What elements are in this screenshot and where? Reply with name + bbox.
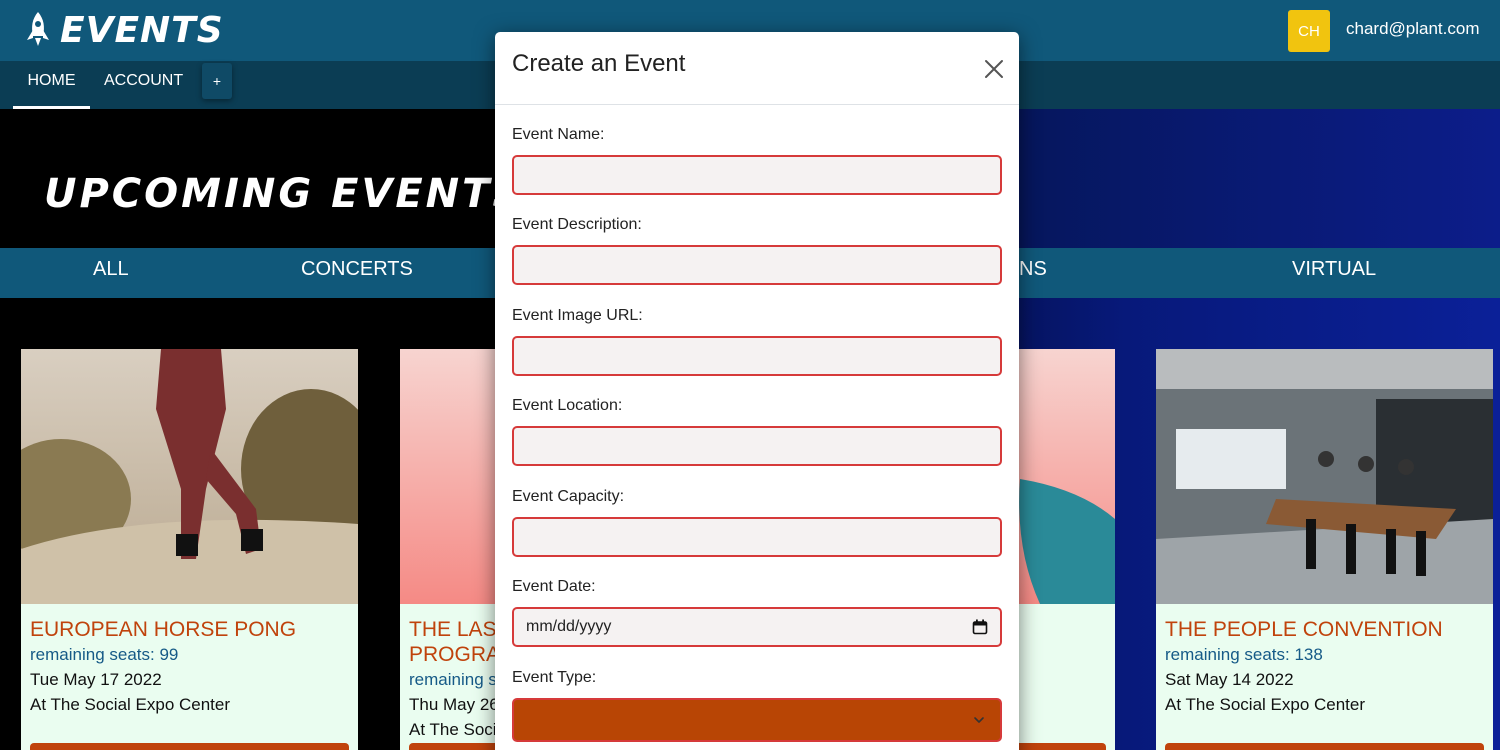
event-image-url-label: Event Image URL: xyxy=(512,307,643,324)
event-capacity-label: Event Capacity: xyxy=(512,488,625,505)
event-image xyxy=(21,349,358,604)
category-concerts[interactable]: CONCERTS xyxy=(301,248,413,298)
logo[interactable]: EVENTS xyxy=(22,8,224,52)
nav-home[interactable]: HOME xyxy=(13,61,90,109)
page-title: upcoming events xyxy=(44,171,525,217)
event-date-label: Event Date: xyxy=(512,578,596,595)
avatar[interactable]: CH xyxy=(1288,10,1330,52)
nav-add-button[interactable]: + xyxy=(202,63,232,99)
event-date-input[interactable]: mm/dd/yyyy xyxy=(512,607,1002,647)
event-location: At The Social Expo Center xyxy=(30,695,231,714)
event-type-label: Event Type: xyxy=(512,669,597,686)
category-partial[interactable]: NS xyxy=(1019,248,1047,298)
nav-account[interactable]: ACCOUNT xyxy=(104,61,183,109)
event-card[interactable]: THE PEOPLE CONVENTION remaining seats: 1… xyxy=(1156,349,1493,750)
create-event-modal: Create an Event Event Name: Event Descri… xyxy=(495,32,1019,750)
event-name-input[interactable] xyxy=(512,155,1002,195)
remaining-seats: remaining seats: 138 xyxy=(1165,645,1323,664)
event-image-url-input[interactable] xyxy=(512,336,1002,376)
event-action-button[interactable] xyxy=(30,743,349,750)
event-type-select[interactable] xyxy=(512,698,1002,742)
chevron-down-icon xyxy=(974,717,984,723)
event-description-label: Event Description: xyxy=(512,216,642,233)
event-date: Sat May 14 2022 xyxy=(1165,670,1294,689)
event-capacity-input[interactable] xyxy=(512,517,1002,557)
event-image xyxy=(1156,349,1493,604)
category-all[interactable]: ALL xyxy=(93,248,129,298)
event-title[interactable]: EUROPEAN HORSE PONG xyxy=(30,617,350,642)
close-icon[interactable] xyxy=(979,54,1009,84)
logo-text: EVENTS xyxy=(60,9,224,51)
event-location: At The Social Expo Center xyxy=(1165,695,1366,714)
event-location-label: Event Location: xyxy=(512,397,623,414)
event-card[interactable]: EUROPEAN HORSE PONG remaining seats: 99 … xyxy=(21,349,358,750)
user-email[interactable]: chard@plant.com xyxy=(1346,19,1480,39)
event-date: Thu May 26 xyxy=(409,695,499,714)
event-location-input[interactable] xyxy=(512,426,1002,466)
date-placeholder: mm/dd/yyyy xyxy=(526,618,612,635)
modal-header: Create an Event xyxy=(495,32,1019,105)
event-name-label: Event Name: xyxy=(512,126,605,143)
event-location: At The Soci xyxy=(409,720,497,739)
calendar-icon[interactable] xyxy=(972,619,988,635)
event-date: Tue May 17 2022 xyxy=(30,670,162,689)
event-title[interactable]: THE PEOPLE CONVENTION xyxy=(1165,617,1485,642)
modal-title: Create an Event xyxy=(512,50,686,77)
event-action-button[interactable] xyxy=(1165,743,1484,750)
category-virtual[interactable]: VIRTUAL xyxy=(1292,248,1376,298)
remaining-seats: remaining s xyxy=(409,670,497,689)
remaining-seats: remaining seats: 99 xyxy=(30,645,179,664)
event-description-input[interactable] xyxy=(512,245,1002,285)
rocket-icon xyxy=(27,12,49,46)
